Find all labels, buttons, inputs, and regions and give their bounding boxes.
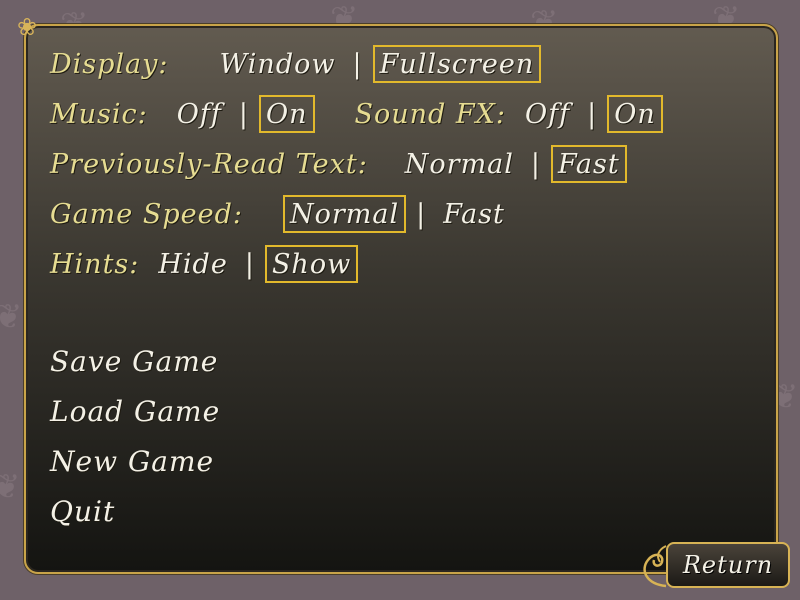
display-setting-row: Display: Window | Fullscreen	[50, 44, 542, 84]
display-option-window[interactable]: Window	[213, 45, 343, 83]
separator: |	[352, 48, 363, 80]
hints-option-hide[interactable]: Hide	[151, 245, 234, 283]
save-game-button[interactable]: Save Game	[50, 345, 218, 378]
prev-read-text-setting-row: Previously-Read Text: Normal | Fast	[50, 144, 627, 184]
flourish-icon	[643, 545, 667, 588]
sound-fx-option-off[interactable]: Off	[518, 95, 577, 133]
separator: |	[530, 148, 542, 180]
hints-setting-row: Hints: Hide | Show	[50, 244, 359, 284]
display-option-fullscreen[interactable]: Fullscreen	[372, 45, 542, 83]
game-speed-label: Game Speed:	[50, 198, 243, 230]
quit-button[interactable]: Quit	[50, 495, 115, 528]
sound-fx-label: Sound FX:	[354, 98, 506, 130]
separator: |	[416, 198, 427, 230]
prev-read-text-option-fast[interactable]: Fast	[551, 145, 627, 183]
game-speed-option-normal[interactable]: Normal	[282, 195, 407, 233]
new-game-button[interactable]: New Game	[50, 445, 214, 478]
separator: |	[238, 98, 249, 130]
return-button[interactable]: Return	[666, 542, 790, 588]
butterfly-icon: ❦	[0, 467, 21, 507]
game-speed-setting-row: Game Speed: Normal | Fast	[50, 194, 512, 234]
music-label: Music:	[50, 98, 148, 130]
music-option-on[interactable]: On	[258, 95, 315, 133]
music-option-off[interactable]: Off	[170, 95, 229, 133]
display-label: Display:	[50, 48, 169, 80]
separator: |	[587, 98, 598, 130]
prev-read-text-option-normal[interactable]: Normal	[398, 145, 521, 183]
audio-setting-row: Music: Off | On Sound FX: Off | On	[50, 94, 663, 134]
game-speed-option-fast[interactable]: Fast	[436, 195, 512, 233]
butterfly-icon: ❦	[0, 297, 23, 337]
sound-fx-option-on[interactable]: On	[607, 95, 663, 133]
prev-read-text-label: Previously-Read Text:	[50, 148, 368, 180]
hints-label: Hints:	[50, 248, 140, 280]
separator: |	[244, 248, 255, 280]
load-game-button[interactable]: Load Game	[50, 395, 220, 428]
flourish-corner-icon: ❀	[16, 13, 38, 41]
hints-option-show[interactable]: Show	[264, 245, 359, 283]
